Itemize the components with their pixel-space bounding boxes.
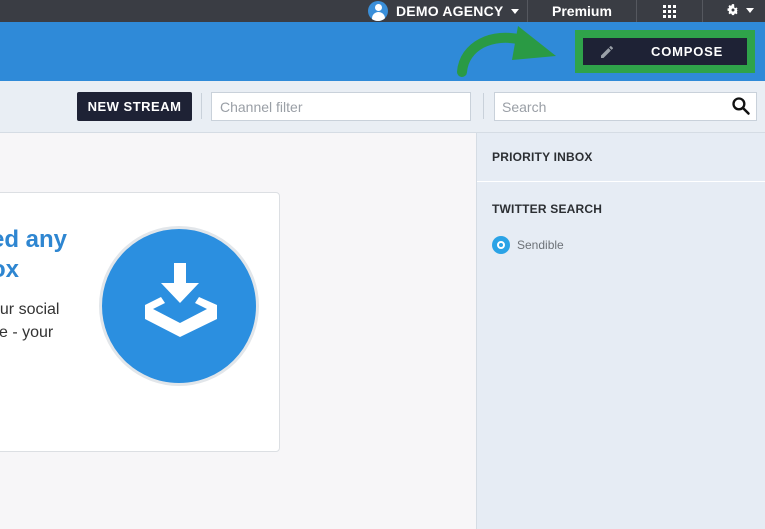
divider (702, 0, 703, 22)
compose-button[interactable]: COMPOSE (583, 38, 747, 65)
top-bar: DEMO AGENCY Premium (0, 0, 765, 22)
divider (527, 0, 528, 22)
toolbar: NEW STREAM (0, 81, 765, 133)
channel-filter-input[interactable] (211, 92, 471, 121)
apps-grid-icon[interactable] (663, 5, 676, 18)
chevron-down-icon (511, 8, 520, 14)
new-stream-button[interactable]: NEW STREAM (77, 92, 192, 121)
panel-section-heading[interactable]: TWITTER SEARCH (492, 202, 602, 216)
stream-item-label: Sendible (517, 238, 564, 252)
settings-menu[interactable] (726, 3, 754, 17)
card-text: our social ce - your (0, 301, 60, 341)
search-input[interactable] (494, 92, 757, 121)
streams-panel: PRIORITY INBOX TWITTER SEARCH Sendible (476, 133, 765, 529)
app-header: COMPOSE (0, 22, 765, 81)
premium-link[interactable]: Premium (552, 3, 612, 19)
empty-inbox-card: ed any ox our social ce - your (0, 192, 280, 452)
inbox-illustration (99, 226, 259, 386)
compose-label: COMPOSE (651, 44, 724, 59)
stream-status-icon (492, 236, 510, 254)
user-avatar-icon (368, 1, 388, 21)
divider (483, 93, 484, 119)
divider (636, 0, 637, 22)
account-switcher[interactable]: DEMO AGENCY (368, 0, 520, 22)
main-content: ed any ox our social ce - your (0, 133, 476, 529)
divider (201, 93, 202, 119)
card-title: ed any ox (0, 226, 68, 283)
divider (477, 181, 765, 182)
stream-item-sendible[interactable]: Sendible (492, 236, 564, 254)
pencil-icon (601, 45, 613, 58)
inbox-download-icon (145, 263, 217, 337)
chevron-down-icon (746, 7, 754, 13)
account-name: DEMO AGENCY (396, 3, 504, 19)
compose-highlight: COMPOSE (575, 30, 755, 73)
panel-section-heading[interactable]: PRIORITY INBOX (492, 150, 593, 164)
search-icon[interactable] (731, 96, 751, 116)
gear-icon (727, 4, 739, 16)
